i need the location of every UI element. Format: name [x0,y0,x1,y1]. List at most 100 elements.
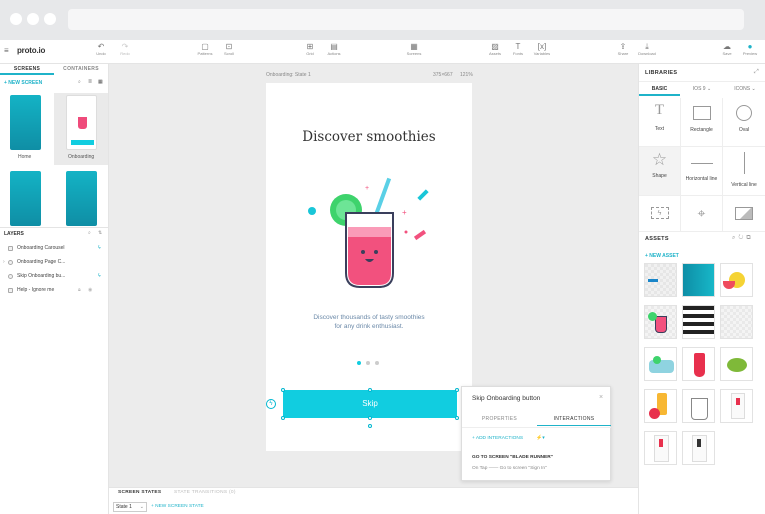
resize-handle[interactable] [281,388,285,392]
lib-item-rectangle[interactable]: Rectangle [681,98,723,147]
interaction-bolt-icon[interactable]: ϟ [266,399,276,409]
eye-icon[interactable]: ◉ [88,284,92,297]
lib-item-hotspot[interactable]: ϟ [639,196,681,232]
text-icon: T [654,102,665,118]
layer-item[interactable]: › Onboarding Page C... [0,256,108,269]
menu-icon[interactable]: ≡ [4,47,9,55]
list-view-icon[interactable]: ≣ [88,79,92,85]
share-icon: ⇪ [619,42,627,51]
resize-handle[interactable] [455,416,459,420]
download-button[interactable]: ⤓ Download [633,42,661,57]
address-bar[interactable] [68,9,744,30]
layer-icon [8,260,13,265]
patterns-icon: ▢ [201,42,209,51]
resize-handle[interactable] [368,416,372,420]
redo-icon: ↷ [121,42,129,51]
new-screen-state-button[interactable]: + NEW SCREEN STATE [151,504,204,509]
oval-icon [736,105,752,121]
lib-item-text[interactable]: T Text [639,98,681,147]
assets-toolbar-icons[interactable]: ⌕↻⧉ [732,235,754,242]
asset-thumb[interactable] [682,431,715,465]
tab-screen-states[interactable]: SCREEN STATES [118,490,161,495]
interaction-description: On Tap —— Go to screen "Sign In" [472,466,547,471]
redo-button[interactable]: ↷ Redo [111,42,139,57]
scroll-icon: ⊡ [225,42,233,51]
rotate-handle[interactable] [368,424,372,428]
lib-item-oval[interactable]: Oval [723,98,765,147]
resize-handle[interactable] [368,388,372,392]
scroll-button[interactable]: ⊡ Scroll [215,42,243,57]
close-icon[interactable]: × [599,394,603,401]
screen-thumb-onboarding[interactable] [66,95,97,150]
layer-item[interactable]: Onboarding Carousel ϟ [0,242,108,255]
layer-item[interactable]: Skip Onboarding bu... ϟ [0,270,108,283]
actions-button[interactable]: ▤ Actions [320,43,348,57]
lib-label: Horizontal line [685,176,718,182]
lib-item-shape[interactable]: ☆ Shape [639,147,681,196]
resize-handle[interactable] [281,416,285,420]
screen-thumb-home[interactable] [10,95,41,150]
lib-item-crosshair[interactable]: ⌖ [681,196,723,232]
tab-basic[interactable]: BASIC [639,82,680,96]
window-close-dot[interactable] [10,13,22,25]
asset-thumb[interactable] [720,305,753,339]
preview-button[interactable]: ● Preview [736,42,764,57]
asset-thumb[interactable] [644,263,677,297]
asset-thumb[interactable] [720,347,753,381]
new-asset-button[interactable]: + NEW ASSET [645,253,679,259]
new-screen-button[interactable]: + NEW SCREEN [4,80,42,86]
grid-view-icon[interactable]: ▦ [98,79,103,85]
asset-thumb[interactable] [644,431,677,465]
screen-thumb-4[interactable] [66,171,97,226]
layer-item[interactable]: Help - Ignore me 🔒︎ ◉ [0,284,108,297]
variables-button[interactable]: [x] Variables [528,43,556,57]
tab-ios9[interactable]: IOS 9 ⌄ [682,82,722,96]
drink-illustration [694,353,705,377]
drink-illustration [736,398,740,405]
sort-icon[interactable]: ⇅ [98,230,102,236]
asset-thumb[interactable] [682,389,715,423]
lib-item-vertical-line[interactable]: Vertical line [723,147,765,196]
search-icon[interactable]: ⌕ [78,79,81,85]
screen-label-home: Home [18,154,32,160]
play-icon: ● [747,42,753,51]
layer-icon [8,274,13,279]
tab-properties[interactable]: PROPERTIES [462,412,537,426]
resize-handle[interactable] [455,388,459,392]
state-select[interactable]: State 1 ⌄ [113,502,147,512]
tab-containers[interactable]: CONTAINERS [54,64,108,75]
asset-thumb[interactable] [682,347,715,381]
tab-state-transitions[interactable]: STATE TRANSITIONS (0) [174,490,236,495]
lock-icon[interactable]: 🔒︎ [78,284,81,297]
asset-thumb[interactable] [644,305,677,339]
screen-thumb-3[interactable] [10,171,41,226]
asset-thumb[interactable] [644,347,677,381]
tab-screens[interactable]: SCREENS [0,64,54,75]
page-dot[interactable] [375,361,379,365]
scroll-label: Scroll [223,51,234,56]
lib-item-image[interactable] [723,196,765,232]
add-interactions-button[interactable]: + ADD INTERACTIONS [472,436,523,441]
lib-item-horizontal-line[interactable]: Horizontal line [681,147,723,196]
asset-thumb[interactable] [682,263,715,297]
interaction-title[interactable]: GO TO SCREEN "BLADE RUNNER" [472,455,553,460]
window-minimize-dot[interactable] [27,13,39,25]
zoom-level[interactable]: 121% [460,72,473,78]
interaction-type-icon[interactable]: ⚡▾ [536,435,545,441]
asset-thumb[interactable] [720,389,753,423]
page-dot[interactable] [366,361,370,365]
asset-thumb[interactable] [644,389,677,423]
expand-icon[interactable]: ⤢ [754,69,759,76]
asset-thumb[interactable] [720,263,753,297]
tab-interactions[interactable]: INTERACTIONS [537,412,611,426]
chevron-right-icon[interactable]: › [3,256,5,269]
page-dot-active[interactable] [357,361,361,365]
asset-thumb[interactable] [682,305,715,339]
download-icon: ⤓ [645,42,649,51]
assets-label: Assets [488,51,501,56]
window-maximize-dot[interactable] [44,13,56,25]
skip-button[interactable]: Skip [283,390,457,418]
search-icon[interactable]: ⌕ [88,230,91,236]
tab-icons[interactable]: ICONS ⌄ [725,82,765,96]
screens-button[interactable]: ▦ Screens [400,43,428,57]
